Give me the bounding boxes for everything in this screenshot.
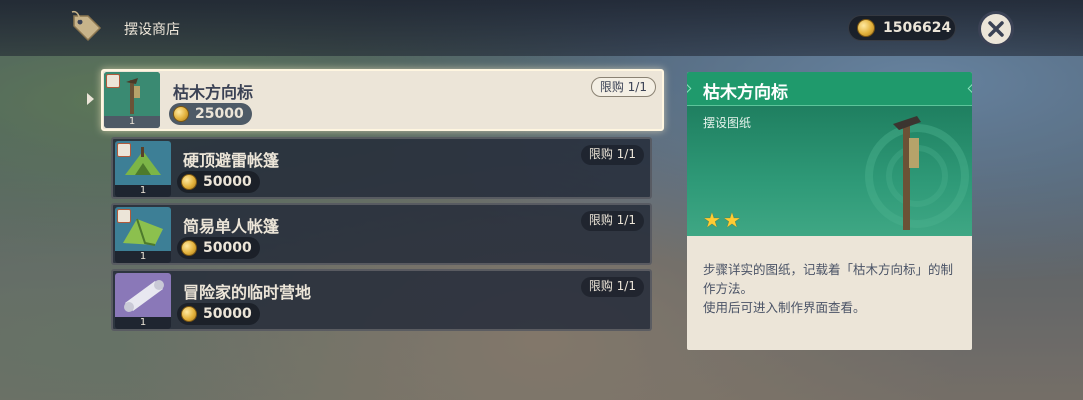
item-thumbnail: 1 [115,273,171,329]
price-value: 50000 [203,174,252,190]
scroll-icon [115,273,171,317]
item-price: 25000 [169,103,252,125]
item-count: 1 [104,116,160,128]
item-price: 50000 [177,171,260,193]
header-diamond-icon [967,83,972,94]
description-line: 使用后可进入制作界面查看。 [703,300,866,315]
price-value: 50000 [203,306,252,322]
item-thumbnail: 1 [115,207,171,263]
star-icon: ★ [722,208,741,232]
shop-title: 摆设商店 [124,22,180,38]
price-value: 25000 [195,106,244,122]
currency-amount: 1506624 [883,20,952,36]
close-button[interactable] [978,11,1014,47]
shop-item-hardtop-tent[interactable]: 1 硬顶避雷帐篷 50000 限购 1/1 [111,137,652,199]
detail-artwork: 摆设图纸 ★ ★ [687,106,972,236]
top-bar: 摆设商店 1506624 [0,0,1083,56]
header-diamond-icon [687,83,692,94]
blueprint-tag-icon [106,74,120,88]
item-name: 简易单人帐篷 [183,217,280,236]
blueprint-tag-icon [117,143,131,157]
rarity-stars: ★ ★ [703,210,741,230]
item-detail-panel: 枯木方向标 摆设图纸 ★ ★ 步骤详实的图纸，记载着「枯木方向标」的制作方法。 … [687,72,972,350]
item-count: 1 [115,185,171,197]
purchase-limit-badge: 限购 1/1 [580,211,644,231]
mora-coin-icon [181,174,197,190]
purchase-limit-badge: 限购 1/1 [580,145,644,165]
description-line: 步骤详实的图纸，记载着「枯木方向标」的制作方法。 [703,262,954,296]
item-type-label: 摆设图纸 [703,116,752,130]
item-thumbnail: 1 [115,141,171,197]
item-thumbnail: 1 [104,72,160,128]
mora-coin-icon [857,19,875,37]
item-price: 50000 [177,303,260,325]
currency-display: 1506624 [848,15,956,41]
item-description: 步骤详实的图纸，记载着「枯木方向标」的制作方法。 使用后可进入制作界面查看。 [703,260,961,317]
detail-header: 枯木方向标 [687,72,972,106]
purchase-limit-badge: 限购 1/1 [590,77,656,97]
star-icon: ★ [703,208,721,232]
item-name: 硬顶避雷帐篷 [183,151,280,170]
purchase-limit-badge: 限购 1/1 [580,277,644,297]
close-icon [988,21,1004,37]
item-price: 50000 [177,237,260,259]
shop-item-single-tent[interactable]: 1 简易单人帐篷 50000 限购 1/1 [111,203,652,265]
detail-title: 枯木方向标 [703,83,788,103]
selection-arrow-icon [87,93,94,105]
mora-coin-icon [181,240,197,256]
item-name: 枯木方向标 [173,83,254,102]
item-name: 冒险家的临时营地 [183,283,312,302]
price-value: 50000 [203,240,252,256]
mora-coin-icon [173,106,189,122]
shop-item-dead-wood-signpost[interactable]: 1 枯木方向标 25000 限购 1/1 [101,69,664,131]
item-count: 1 [115,251,171,263]
price-tag-icon [71,10,102,42]
shop-item-adventurer-camp[interactable]: 1 冒险家的临时营地 50000 限购 1/1 [111,269,652,331]
item-count: 1 [115,317,171,329]
signpost-icon [893,116,921,230]
blueprint-tag-icon [117,209,131,223]
mora-coin-icon [181,306,197,322]
